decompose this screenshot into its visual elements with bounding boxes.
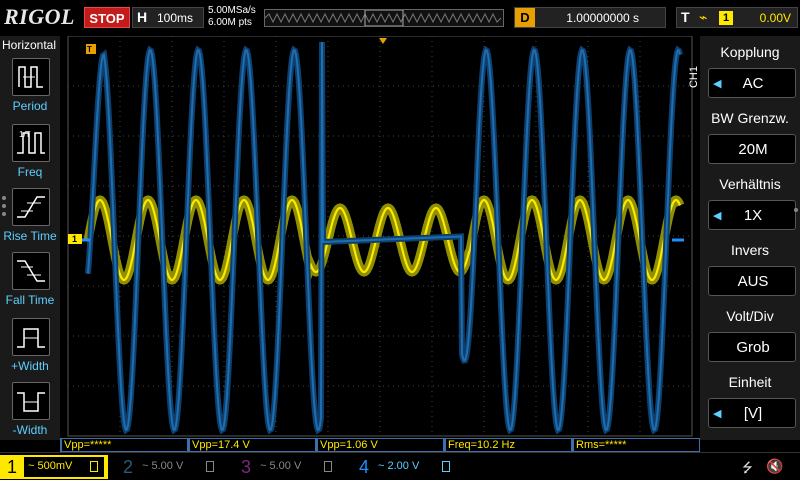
waveform-display[interactable]: 1 T — [60, 36, 700, 438]
channel-2-status[interactable]: 2 ~ 5.00 V — [116, 455, 226, 479]
menu-value-box[interactable]: ◀ [V] — [708, 398, 796, 428]
timebase-value: 100ms — [157, 11, 194, 25]
timebase-label: H — [137, 9, 148, 25]
pos-width-icon — [12, 318, 50, 356]
menu-title-invert: Invers — [730, 242, 770, 258]
menu-title-bw-limit: BW Grenzw. — [711, 110, 789, 126]
plot-markers: 1 T — [68, 38, 387, 244]
menu-scroll-dot — [794, 208, 798, 212]
run-stop-indicator[interactable]: STOP — [84, 7, 130, 28]
trigger-level: 0.00V — [759, 11, 791, 25]
svg-text:1/T: 1/T — [19, 130, 31, 139]
channel-4-number: 4 — [358, 457, 369, 477]
menu-value-bw-limit: 20M — [738, 141, 768, 158]
menu-item-pos-width[interactable]: +Width — [0, 318, 60, 380]
menu-item-label: +Width — [11, 359, 49, 373]
measurement-item[interactable]: Vpp=1.06 V — [316, 438, 444, 452]
menu-invert[interactable]: Invers AUS — [704, 238, 796, 300]
delay-label: D — [515, 8, 535, 27]
menu-probe-ratio[interactable]: Verhältnis ◀ 1X — [704, 172, 796, 234]
channel-4-coupling-icon — [442, 461, 450, 472]
menu-value-box[interactable]: ◀ AC — [708, 68, 796, 98]
menu-value-probe-ratio: 1X — [743, 207, 763, 224]
trigger-label: T — [681, 9, 690, 25]
channel-menu: Kopplung ◀ AC BW Grenzw. 20M Verhältnis … — [700, 36, 800, 440]
menu-value-box[interactable]: ◀ 1X — [708, 200, 796, 230]
channel-3-scale: ~ 5.00 V — [260, 460, 302, 472]
trigger-position-marker[interactable] — [379, 38, 387, 44]
menu-bw-limit[interactable]: BW Grenzw. 20M — [704, 106, 796, 168]
period-icon — [12, 58, 50, 96]
menu-item-label: -Width — [12, 423, 48, 437]
timebase-box[interactable]: H 100ms — [132, 7, 204, 28]
fall-time-icon — [12, 252, 50, 290]
channel-3-number: 3 — [240, 457, 251, 477]
delay-value: 1.00000000 s — [566, 11, 639, 25]
neg-width-icon — [12, 382, 50, 420]
menu-value-box[interactable]: 20M — [708, 134, 796, 164]
menu-item-fall-time[interactable]: Fall Time — [0, 252, 60, 314]
channel-status-bar: 1 ~ 500mV 2 ~ 5.00 V 3 ~ 5.00 V 4 ~ 2.00… — [0, 452, 800, 480]
menu-title-probe-ratio: Verhältnis — [719, 176, 781, 192]
channel-3-coupling-icon — [324, 461, 332, 472]
menu-item-neg-width[interactable]: -Width — [0, 382, 60, 444]
menu-item-freq[interactable]: 1/T Freq — [0, 124, 60, 186]
freq-icon: 1/T — [12, 124, 50, 162]
ch1-level-marker[interactable]: 1 — [68, 234, 82, 244]
brand-logo: RIGOL — [4, 4, 75, 29]
trigger-source: 1 — [719, 11, 733, 25]
channel-2-coupling-icon — [206, 461, 214, 472]
menu-title: Horizontal — [2, 38, 57, 52]
menu-item-rise-time[interactable]: Rise Time — [0, 188, 60, 250]
menu-title-volt-div: Volt/Div — [726, 308, 774, 324]
measurement-item[interactable]: Freq=10.2 Hz — [444, 438, 572, 452]
measurement-item[interactable]: Vpp=17.4 V — [188, 438, 316, 452]
memory-overview — [264, 9, 504, 27]
menu-title-coupling: Kopplung — [720, 44, 780, 60]
channel-tag: CH1 — [688, 66, 700, 89]
channel-1-number: 1 — [6, 457, 17, 477]
channel-3-status[interactable]: 3 ~ 5.00 V — [234, 455, 344, 479]
channel-1-value-box: ~ 500mV — [24, 457, 104, 477]
usb-icon: ⭍ — [742, 460, 753, 475]
menu-item-label: Fall Time — [5, 293, 55, 307]
menu-unit[interactable]: Einheit ◀ [V] — [704, 370, 796, 432]
menu-coupling[interactable]: Kopplung ◀ AC — [704, 40, 796, 102]
memory-overview-wave-icon — [264, 9, 502, 27]
horizontal-measure-menu: Horizontal Period 1/T Freq Rise Time Fal… — [0, 36, 60, 440]
menu-value-invert: AUS — [737, 273, 769, 290]
measurement-bar: Vpp=***** Vpp=17.4 V Vpp=1.06 V Freq=10.… — [60, 438, 700, 452]
channel-1-coupling-icon — [90, 461, 98, 472]
menu-item-label: Freq — [17, 165, 43, 179]
menu-volt-div[interactable]: Volt/Div Grob — [704, 304, 796, 366]
channel-4-scale: ~ 2.00 V — [378, 460, 420, 472]
channel-1-scale: ~ 500mV — [28, 460, 73, 472]
menu-value-box[interactable]: Grob — [708, 332, 796, 362]
menu-value-volt-div: Grob — [736, 339, 770, 356]
menu-item-label: Period — [12, 99, 48, 113]
trigger-level-marker[interactable]: T — [86, 44, 96, 54]
menu-value-box[interactable]: AUS — [708, 266, 796, 296]
channel-4-status[interactable]: 4 ~ 2.00 V — [352, 455, 462, 479]
trigger-marker-label: T — [87, 45, 92, 54]
rise-time-icon — [12, 188, 50, 226]
trigger-box[interactable]: T ⌁ 1 0.00V — [676, 7, 798, 28]
measurement-item[interactable]: Rms=***** — [572, 438, 700, 452]
ch1-marker-label: 1 — [72, 234, 77, 244]
measurement-item[interactable]: Vpp=***** — [60, 438, 188, 452]
menu-title-unit: Einheit — [728, 374, 772, 390]
trigger-edge-icon: ⌁ — [699, 9, 708, 25]
speaker-muted-icon[interactable]: 🔇 — [766, 458, 783, 475]
menu-value-unit: [V] — [743, 405, 763, 422]
delay-box[interactable]: D 1.00000000 s — [514, 7, 666, 28]
memory-depth: 6.00M pts — [208, 17, 252, 28]
sample-rate: 5.00MSa/s — [208, 5, 256, 16]
channel-2-number: 2 — [122, 457, 133, 477]
channel-1-status[interactable]: 1 ~ 500mV — [0, 455, 108, 479]
top-status-bar: RIGOL STOP H 100ms 5.00MSa/s 6.00M pts D… — [0, 0, 800, 36]
menu-item-label: Rise Time — [3, 229, 57, 243]
menu-item-period[interactable]: Period — [0, 58, 60, 120]
menu-value-coupling: AC — [742, 75, 764, 92]
channel-2-scale: ~ 5.00 V — [142, 460, 184, 472]
